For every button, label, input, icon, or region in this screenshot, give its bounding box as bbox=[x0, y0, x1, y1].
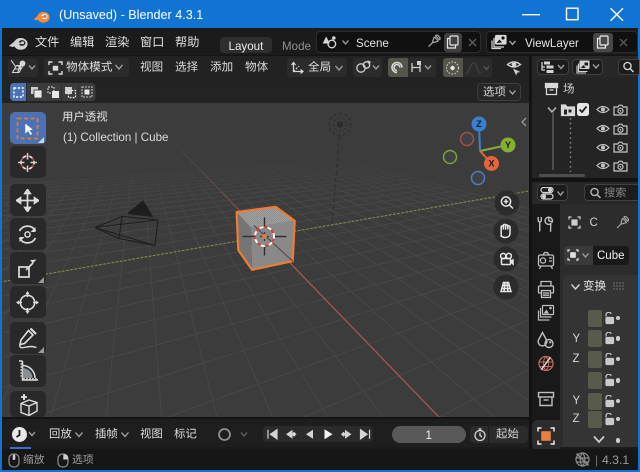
svg-text:X: X bbox=[488, 159, 494, 169]
svg-text:Y: Y bbox=[505, 140, 511, 150]
svg-text:Z: Z bbox=[476, 119, 482, 129]
